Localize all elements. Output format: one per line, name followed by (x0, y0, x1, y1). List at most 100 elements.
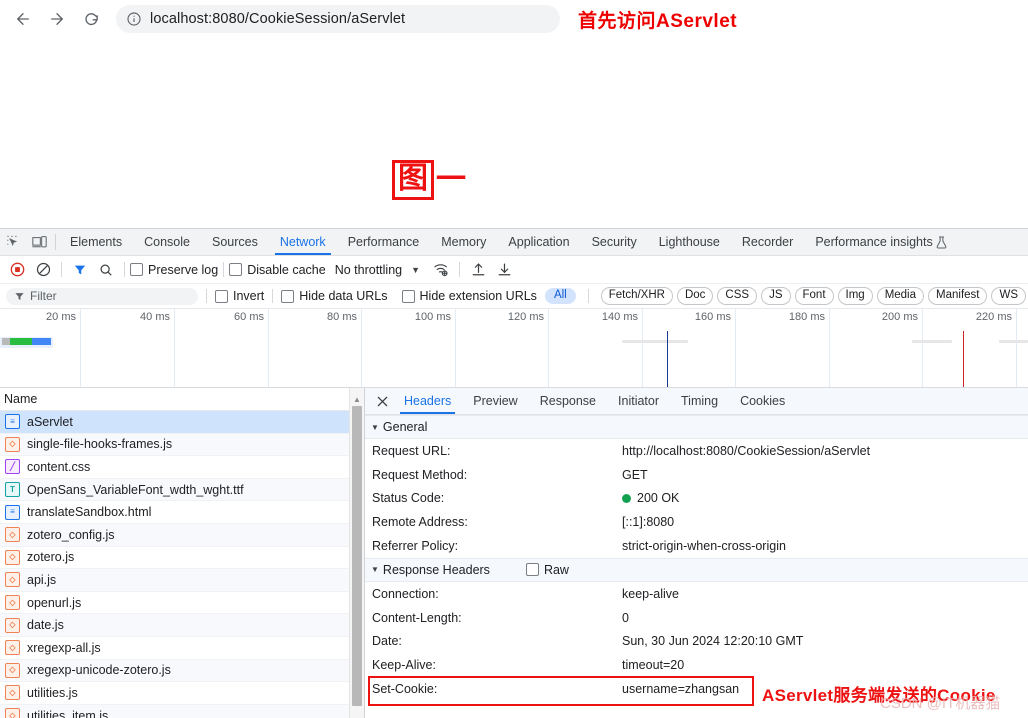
detail-tab-headers[interactable]: Headers (393, 388, 462, 414)
request-row[interactable]: ◇ date.js (0, 614, 364, 637)
header-value-text: username=zhangsan (622, 682, 740, 697)
raw-toggle-checkbox[interactable]: Raw (525, 563, 569, 577)
general-section-header[interactable]: ▼ General (365, 415, 1028, 439)
detail-tab-label: Initiator (618, 394, 660, 408)
detail-tab-cookies[interactable]: Cookies (729, 388, 796, 414)
filter-input[interactable]: Filter (6, 287, 198, 305)
search-icon[interactable] (93, 259, 119, 281)
site-info-icon[interactable] (126, 11, 142, 27)
chip-font[interactable]: Font (794, 287, 834, 305)
tab-memory[interactable]: Memory (430, 229, 497, 255)
chip-doc[interactable]: Doc (676, 287, 714, 305)
back-button[interactable] (10, 6, 36, 32)
header-value-text: Sun, 30 Jun 2024 12:20:10 GMT (622, 634, 804, 649)
request-rows: ≡ aServlet ◇ single-file-hooks-frames.js ╱ co… (0, 411, 364, 718)
checkbox-box (130, 263, 143, 276)
request-row[interactable]: ≡ aServlet (0, 411, 364, 434)
record-stop-icon[interactable] (4, 259, 30, 281)
js-file-icon: ◇ (5, 436, 20, 452)
js-file-icon: ◇ (5, 662, 20, 678)
invert-checkbox[interactable]: Invert (215, 289, 264, 303)
tab-elements[interactable]: Elements (59, 229, 133, 255)
reload-button[interactable] (78, 6, 104, 32)
timeline-tick (361, 309, 362, 387)
url-text: localhost:8080/CookieSession/aServlet (150, 11, 406, 27)
tab-recorder[interactable]: Recorder (731, 229, 804, 255)
request-row[interactable]: ◇ zotero.js (0, 547, 364, 570)
tab-lighthouse[interactable]: Lighthouse (648, 229, 731, 255)
preserve-log-checkbox[interactable]: Preserve log (130, 263, 218, 277)
header-value-text: 200 OK (637, 491, 680, 506)
scroll-up-arrow-icon[interactable]: ▲ (350, 388, 364, 407)
request-list-scrollbar[interactable]: ▲ (349, 388, 364, 718)
scrollbar-thumb[interactable] (352, 406, 362, 706)
tab-sources[interactable]: Sources (201, 229, 269, 255)
chip-media[interactable]: Media (876, 287, 925, 305)
request-detail-pane: Headers Preview Response Initiator Timin… (365, 388, 1028, 718)
toolbar-divider-2 (124, 262, 125, 277)
clear-no-entry-icon[interactable] (30, 259, 56, 281)
tab-network[interactable]: Network (269, 229, 337, 255)
device-toolbar-icon[interactable] (26, 229, 52, 255)
timeline-tick-label: 180 ms (788, 311, 825, 323)
chip-css[interactable]: CSS (717, 287, 758, 305)
funnel-filter-icon[interactable] (67, 259, 93, 281)
header-value: 0 (622, 611, 629, 625)
timeline-tick (642, 309, 643, 387)
chip-img[interactable]: Img (837, 287, 873, 305)
request-row[interactable]: ◇ utilities.js (0, 682, 364, 705)
request-row[interactable]: ◇ zotero_config.js (0, 523, 364, 547)
tab-label: Console (144, 235, 190, 249)
tab-console[interactable]: Console (133, 229, 201, 255)
request-row[interactable]: T OpenSans_VariableFont_wdth_wght.ttf (0, 478, 364, 502)
request-row[interactable]: ◇ openurl.js (0, 592, 364, 615)
waterfall-segment (2, 338, 10, 345)
hide-data-urls-label: Hide data URLs (299, 289, 388, 303)
tab-performance-insights[interactable]: Performance insights (804, 229, 957, 255)
request-row[interactable]: ◇ utilities_item.js (0, 704, 364, 718)
detail-tab-timing[interactable]: Timing (670, 388, 729, 414)
header-value-text: GET (622, 467, 648, 482)
url-annotation: 首先访问AServlet (578, 10, 738, 32)
chevron-down-icon: ▼ (411, 264, 421, 275)
forward-button[interactable] (44, 6, 70, 32)
hide-data-urls-checkbox[interactable]: Hide data URLs (281, 289, 388, 303)
detail-tab-initiator[interactable]: Initiator (607, 388, 670, 414)
chip-all[interactable]: All (544, 288, 576, 304)
hide-extension-urls-checkbox[interactable]: Hide extension URLs (401, 289, 537, 303)
toolbar-divider (61, 262, 62, 277)
request-row[interactable]: ◇ xregexp-unicode-zotero.js (0, 659, 364, 683)
request-row[interactable]: ≡ translateSandbox.html (0, 501, 364, 524)
request-row[interactable]: ╱ content.css (0, 456, 364, 479)
close-x-icon[interactable] (371, 390, 393, 412)
chip-ws[interactable]: WS (991, 287, 1027, 305)
request-row[interactable]: ◇ xregexp-all.js (0, 637, 364, 660)
response-headers-section-header[interactable]: ▼ Response Headers Raw (365, 557, 1028, 582)
address-bar[interactable]: localhost:8080/CookieSession/aServlet (116, 5, 560, 33)
request-row[interactable]: ◇ single-file-hooks-frames.js (0, 433, 364, 457)
timeline-tick-label: 220 ms (975, 311, 1012, 323)
filter-divider-2 (272, 289, 274, 303)
detail-tab-response[interactable]: Response (529, 388, 607, 414)
checkbox-box (215, 289, 228, 303)
request-row[interactable]: ◇ api.js (0, 569, 364, 592)
detail-tab-preview[interactable]: Preview (462, 388, 528, 414)
tab-application[interactable]: Application (497, 229, 580, 255)
general-row: Remote Address: [::1]:8080 (365, 510, 1028, 534)
chip-manifest[interactable]: Manifest (928, 287, 988, 305)
tab-performance[interactable]: Performance (337, 229, 431, 255)
detail-tab-label: Response (539, 394, 597, 408)
chip-js[interactable]: JS (761, 287, 791, 305)
chip-fetch-xhr[interactable]: Fetch/XHR (600, 287, 673, 305)
column-header-name[interactable]: Name (0, 388, 364, 411)
tab-security[interactable]: Security (581, 229, 648, 255)
inspect-element-icon[interactable] (0, 229, 26, 255)
upload-arrow-icon[interactable] (465, 259, 491, 281)
timeline-tick-label: 80 ms (327, 311, 357, 323)
tab-label: Application (508, 235, 570, 249)
throttling-dropdown[interactable]: No throttling ▼ (335, 263, 420, 277)
disable-cache-checkbox[interactable]: Disable cache (229, 263, 326, 277)
network-overview-timeline[interactable]: 20 ms 40 ms 60 ms 80 ms 100 ms 120 ms 140 ms 16… (0, 309, 1028, 388)
wifi-gear-icon[interactable] (428, 259, 454, 281)
download-arrow-icon[interactable] (491, 259, 517, 281)
